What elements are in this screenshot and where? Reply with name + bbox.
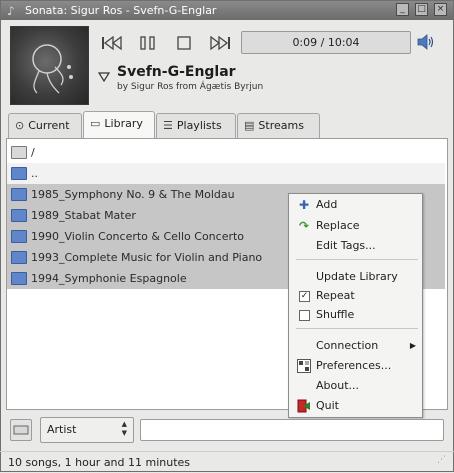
menu-item-add[interactable]: ✚ Add: [289, 195, 422, 215]
menu-item-label: Repeat: [316, 289, 355, 302]
drive-icon: [11, 145, 27, 159]
replace-icon: ↷: [298, 219, 310, 233]
menu-item-connection[interactable]: Connection ▶: [289, 336, 422, 356]
list-item-label: 1990_Violin Concerto & Cello Concerto: [31, 230, 245, 243]
next-icon: [210, 35, 230, 51]
folder-icon: [11, 187, 27, 201]
quit-icon: [297, 399, 311, 413]
tab-streams[interactable]: ▤ Streams: [237, 113, 320, 138]
menu-item-label: Replace: [316, 219, 360, 232]
list-item-path[interactable]: /: [7, 142, 445, 163]
parent-label: ..: [31, 167, 38, 180]
stop-icon: [177, 36, 191, 50]
checkbox-checked-icon: ✓: [299, 291, 310, 302]
next-track-button[interactable]: [205, 31, 235, 55]
streams-icon: ▤: [244, 119, 255, 132]
playlists-icon: ☰: [163, 119, 173, 132]
folder-icon: [11, 250, 27, 264]
tab-label: Current: [28, 119, 70, 132]
menu-item-label: Update Library: [316, 270, 398, 283]
menu-item-label: Quit: [316, 399, 339, 412]
library-icon: ▭: [90, 117, 101, 130]
resize-grip-icon[interactable]: ⋰: [437, 455, 451, 469]
pause-button[interactable]: [133, 31, 163, 55]
combo-value: Artist: [47, 423, 77, 436]
previous-icon: [102, 35, 122, 51]
close-button[interactable]: ×: [434, 3, 447, 16]
folder-icon: [11, 166, 27, 180]
song-title: Svefn-G-Englar: [117, 64, 236, 80]
menu-separator: [296, 328, 418, 329]
menu-item-label: Connection: [316, 339, 379, 352]
list-item-label: 1989_Stabat Mater: [31, 209, 136, 222]
list-item-label: 1985_Symphony No. 9 & The Moldau: [31, 188, 235, 201]
drive-icon: [13, 425, 29, 435]
menu-item-label: Shuffle: [316, 308, 355, 321]
path-label: /: [31, 146, 35, 159]
menu-item-label: Add: [316, 198, 338, 211]
list-item-label: 1993_Complete Music for Violin and Piano: [31, 251, 263, 264]
speaker-icon: [417, 34, 434, 50]
filter-toggle-button[interactable]: [10, 419, 32, 441]
menu-item-preferences[interactable]: Preferences...: [289, 356, 422, 376]
pause-icon: [140, 36, 155, 50]
folder-icon: [11, 271, 27, 285]
menu-item-about[interactable]: About...: [289, 376, 422, 396]
menu-item-label: Edit Tags...: [316, 239, 376, 252]
list-item-parent[interactable]: ..: [7, 163, 445, 184]
stop-button[interactable]: [169, 31, 199, 55]
menu-item-label: About...: [316, 379, 360, 392]
menu-item-quit[interactable]: Quit: [289, 396, 422, 416]
tab-label: Streams: [258, 119, 304, 132]
tab-library[interactable]: ▭ Library: [83, 111, 155, 139]
tab-playlists[interactable]: ☰ Playlists: [156, 113, 236, 138]
menu-separator: [296, 259, 418, 260]
search-type-combo[interactable]: Artist ▲ ▼: [40, 417, 134, 443]
album-art-image: [32, 44, 73, 94]
music-note-icon: ♪: [7, 4, 15, 18]
album-art[interactable]: [10, 26, 89, 105]
list-item-label: 1994_Symphonie Espagnole: [31, 272, 187, 285]
tab-label: Playlists: [176, 119, 222, 132]
checkbox-unchecked-icon: [299, 310, 310, 321]
submenu-arrow-icon: ▶: [409, 341, 416, 350]
add-icon: ✚: [298, 198, 310, 212]
preferences-icon: [297, 359, 311, 373]
tab-label: Library: [104, 117, 143, 130]
title-bar[interactable]: ♪ Sonata: Sigur Ros - Svefn-G-Englar: [1, 1, 453, 20]
menu-item-update-library[interactable]: Update Library: [289, 267, 422, 287]
menu-item-replace[interactable]: ↷ Replace: [289, 216, 422, 236]
minimize-button[interactable]: _: [396, 3, 409, 16]
folder-icon: [11, 208, 27, 222]
menu-item-repeat[interactable]: ✓ Repeat: [289, 286, 422, 306]
previous-track-button[interactable]: [97, 31, 127, 55]
tab-current[interactable]: ⊙ Current: [8, 113, 82, 138]
maximize-button[interactable]: □: [415, 3, 428, 16]
status-bar: 10 songs, 1 hour and 11 minutes: [0, 451, 454, 472]
folder-icon: [11, 229, 27, 243]
current-icon: ⊙: [15, 119, 25, 132]
menu-item-shuffle[interactable]: Shuffle: [289, 305, 422, 325]
window-title: Sonata: Sigur Ros - Svefn-G-Englar: [25, 4, 217, 17]
menu-item-label: Preferences...: [316, 359, 392, 372]
volume-button[interactable]: [416, 32, 436, 52]
menu-item-edit-tags[interactable]: Edit Tags...: [289, 236, 422, 256]
expander-arrow-icon[interactable]: [97, 71, 111, 86]
filter-input[interactable]: [140, 419, 444, 441]
song-artist-album: by Sigur Ros from Ágætis Byrjun: [117, 82, 264, 92]
updown-arrow-icon: ▲ ▼: [121, 420, 127, 437]
progress-bar[interactable]: 0:09 / 10:04: [241, 31, 411, 54]
